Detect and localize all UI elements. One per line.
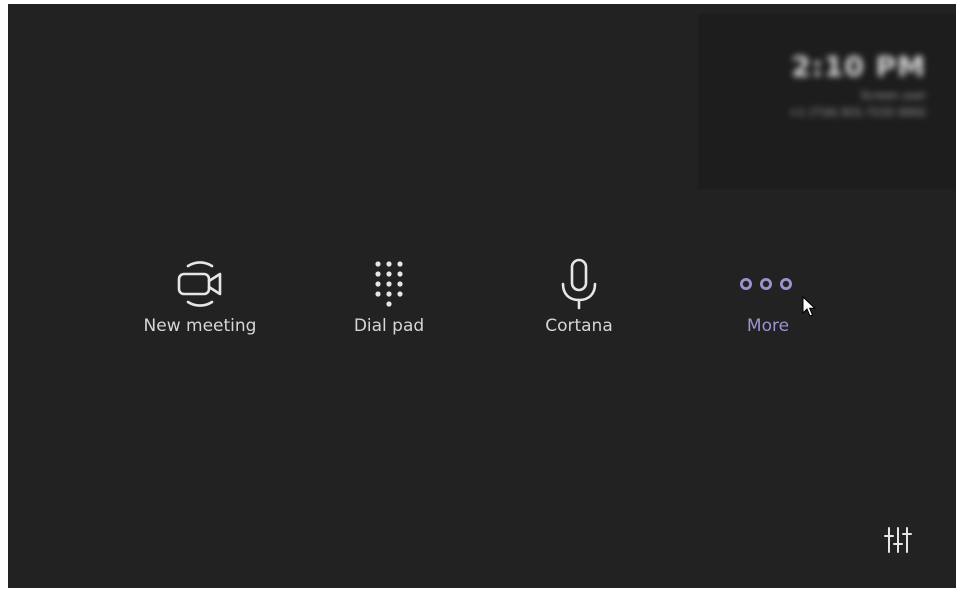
cortana-label: Cortana	[545, 316, 613, 336]
dial-pad-button[interactable]: Dial pad	[309, 256, 469, 352]
clock-phone-number: +1 (716) 831-7232 0002	[788, 106, 926, 119]
microphone-icon	[499, 256, 659, 312]
clock-time: 2:10 PM	[791, 50, 926, 83]
clock-panel: 2:10 PM Screen user +1 (716) 831-7232 00…	[698, 14, 956, 189]
mouse-cursor-icon	[802, 296, 816, 317]
more-dots-icon	[688, 256, 848, 312]
new-meeting-label: New meeting	[143, 316, 257, 336]
dial-pad-label: Dial pad	[353, 316, 425, 336]
settings-button[interactable]	[880, 522, 916, 558]
clock-info: 2:10 PM Screen user +1 (716) 831-7232 00…	[789, 50, 926, 119]
teams-room-home-screen: 2:10 PM Screen user +1 (716) 831-7232 00…	[8, 4, 956, 588]
more-button[interactable]: More	[688, 256, 848, 352]
more-label: More	[746, 316, 790, 336]
new-meeting-button[interactable]: New meeting	[120, 256, 280, 352]
video-camera-icon	[120, 256, 280, 312]
dial-pad-icon	[309, 256, 469, 312]
clock-subtitle: Screen user	[860, 89, 926, 102]
cortana-button[interactable]: Cortana	[499, 256, 659, 352]
settings-sliders-icon	[884, 527, 912, 553]
